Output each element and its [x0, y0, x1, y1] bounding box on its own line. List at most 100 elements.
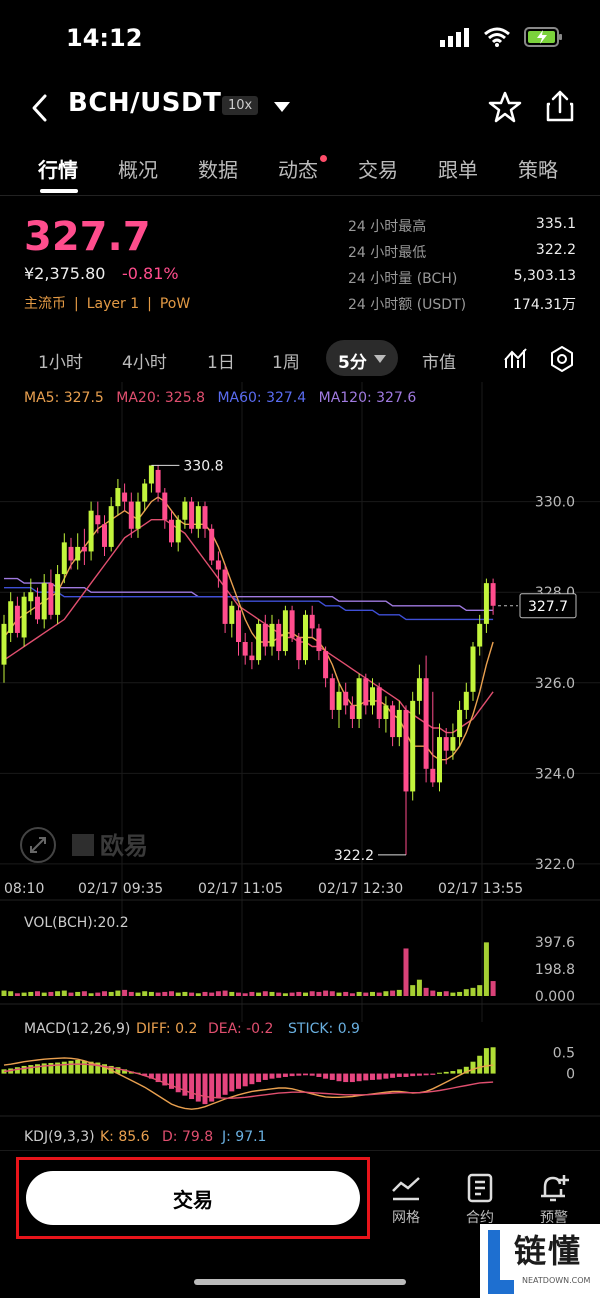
candle-body	[21, 596, 27, 638]
ma60-label: MA60: 327.4	[217, 390, 307, 406]
tag-layer1[interactable]: Layer 1	[87, 296, 139, 312]
volume-bar	[256, 992, 262, 996]
macd-bar	[276, 1073, 282, 1078]
volume-bar	[189, 992, 195, 996]
ma120-line	[4, 577, 494, 612]
macd-dea-label: DEA: -0.2	[208, 1021, 273, 1037]
contract-button[interactable]: 合约	[450, 1173, 510, 1227]
macd-bar	[457, 1069, 463, 1074]
macd-bar	[390, 1073, 396, 1078]
macd-bar	[256, 1073, 262, 1083]
macd-axis-label: 0.5	[553, 1045, 575, 1061]
volume-bar	[343, 991, 349, 996]
tabs-divider	[0, 195, 600, 196]
candle-body	[8, 601, 14, 633]
home-indicator	[194, 1279, 406, 1285]
volume-bar	[142, 991, 148, 996]
volume-bar	[229, 991, 235, 996]
macd-bar	[370, 1073, 375, 1080]
market-cap-tab[interactable]: 市值	[422, 348, 456, 373]
stat-label: 24 小时量 (BCH)	[348, 271, 458, 287]
ma20-label: MA20: 325.8	[116, 390, 205, 406]
trade-button[interactable]: 交易	[26, 1171, 360, 1225]
macd-bar	[14, 1067, 20, 1074]
macd-bar	[303, 1073, 308, 1076]
pair-dropdown-caret-icon[interactable]	[274, 102, 290, 112]
volume-bar	[309, 991, 315, 996]
volume-bar	[463, 989, 469, 996]
tab-market[interactable]: 行情	[38, 154, 78, 183]
tag-mainstream[interactable]: 主流币	[24, 296, 66, 312]
period-5m-label: 5分	[338, 353, 367, 373]
pair-title[interactable]: BCH/USDT	[68, 88, 221, 118]
tab-news[interactable]: 动态	[278, 154, 318, 183]
volume-bar	[336, 992, 342, 996]
kline-chart[interactable]: 330.0328.0326.0324.0322.0欧易330.8322.2327…	[0, 382, 600, 1150]
price-axis-label: 324.0	[535, 766, 575, 782]
back-arrow-icon[interactable]	[26, 90, 54, 126]
volume-bar	[95, 992, 101, 996]
volume-bar	[175, 992, 181, 996]
share-icon[interactable]	[544, 88, 576, 124]
macd-bar	[309, 1073, 315, 1076]
leverage-badge: 10x	[222, 96, 259, 115]
tab-data[interactable]: 数据	[198, 154, 238, 183]
volume-bar	[135, 992, 141, 996]
volume-bar	[242, 993, 248, 996]
indicator-chart-icon[interactable]	[504, 346, 528, 370]
period-4h[interactable]: 4小时	[122, 348, 167, 373]
macd-bar	[249, 1073, 255, 1085]
macd-bar	[336, 1073, 342, 1082]
period-1d[interactable]: 1日	[207, 348, 235, 373]
candle-body	[222, 569, 228, 624]
watermark-logo-icon	[488, 1230, 514, 1294]
favorite-star-icon[interactable]	[488, 90, 522, 124]
period-1h[interactable]: 1小时	[38, 348, 83, 373]
candle-body	[437, 737, 442, 783]
candle-body	[135, 501, 141, 529]
volume-bar	[249, 991, 255, 996]
candle-body	[323, 651, 329, 679]
price-axis-label: 330.0	[535, 495, 575, 511]
grid-label: 网格	[392, 1210, 420, 1226]
volume-bar	[370, 991, 375, 996]
tab-copy-trading[interactable]: 跟单	[438, 154, 478, 183]
candle-body	[75, 546, 81, 561]
ma-legend: MA5: 327.5 MA20: 325.8 MA60: 327.4 MA120…	[24, 390, 424, 406]
macd-label: MACD(12,26,9)	[24, 1021, 130, 1037]
kdj-k-label: K: 85.6	[100, 1129, 150, 1145]
candle-body	[430, 768, 436, 783]
tag-pow[interactable]: PoW	[160, 296, 190, 312]
volume-bar	[276, 992, 282, 996]
24h-stats: 24 小时最高 335.1 24 小时最低 322.2 24 小时量 (BCH)…	[348, 216, 576, 320]
chart-settings-icon[interactable]	[550, 346, 574, 372]
volume-bar	[61, 990, 67, 996]
grid-button[interactable]: 网格	[376, 1173, 436, 1227]
macd-bar	[21, 1065, 27, 1074]
period-dropdown-caret-icon[interactable]	[374, 355, 386, 363]
alert-button[interactable]: 预警	[524, 1173, 584, 1227]
volume-bar	[81, 991, 87, 996]
stat-row: 24 小时额 (USDT) 174.31万	[348, 294, 576, 320]
candle-body	[282, 610, 288, 652]
active-tab-indicator	[40, 189, 78, 193]
candle-body	[229, 605, 235, 624]
candle-body	[349, 705, 355, 719]
kdj-j-label: J: 97.1	[221, 1129, 266, 1145]
candle-body	[470, 646, 476, 692]
period-1w[interactable]: 1周	[272, 348, 300, 373]
macd-bar	[490, 1047, 496, 1074]
candle-body	[376, 687, 382, 719]
candle-body	[1, 623, 7, 665]
okx-logo-icon	[72, 834, 94, 856]
tab-trade[interactable]: 交易	[358, 154, 398, 183]
candle-body	[343, 691, 349, 706]
volume-bar	[303, 992, 308, 996]
high-price-label: 330.8	[183, 458, 223, 474]
candle-body	[242, 642, 248, 656]
macd-bar	[356, 1073, 362, 1082]
tab-overview[interactable]: 概况	[118, 154, 158, 183]
chart-watermark: 欧易	[100, 832, 148, 860]
tab-strategy[interactable]: 策略	[518, 154, 558, 183]
contract-icon	[467, 1173, 493, 1203]
